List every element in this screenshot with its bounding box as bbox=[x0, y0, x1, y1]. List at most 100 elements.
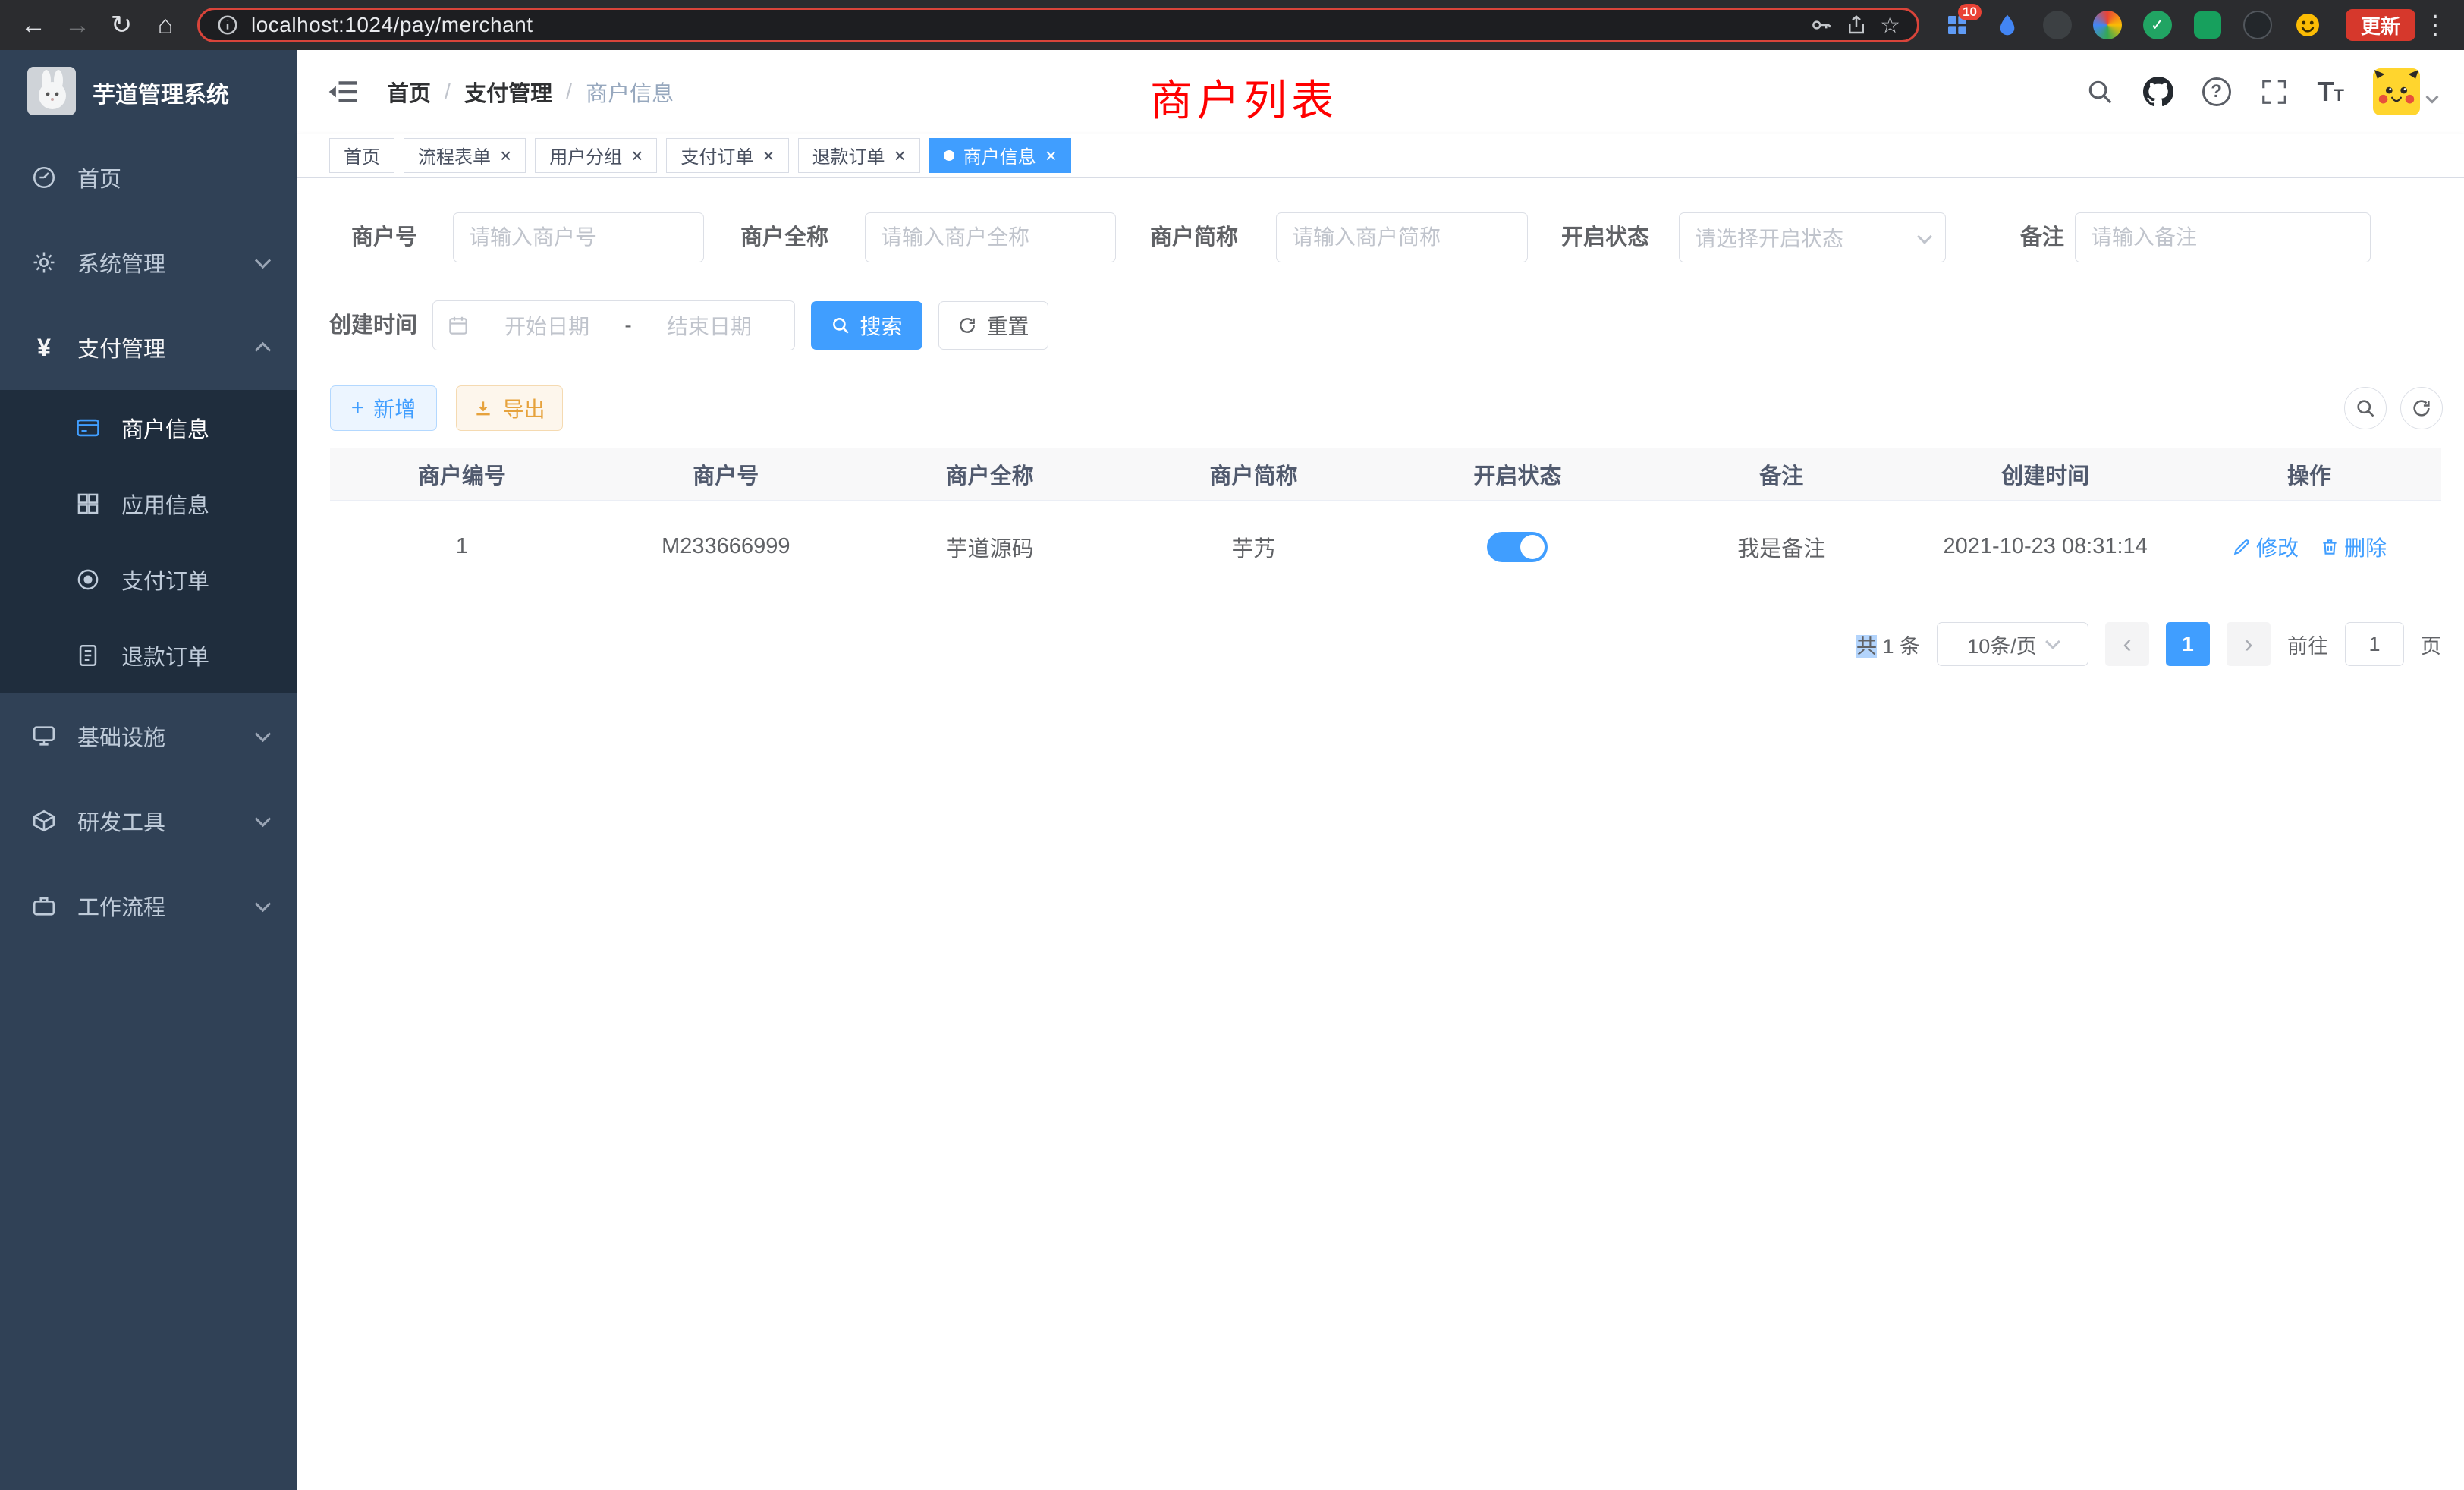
sidebar-item-label: 支付订单 bbox=[121, 564, 209, 596]
add-button[interactable]: + 新增 bbox=[330, 385, 437, 431]
sidebar-item-workflow[interactable]: 工作流程 bbox=[0, 863, 297, 948]
password-key-icon[interactable] bbox=[1810, 14, 1833, 36]
help-icon[interactable]: ? bbox=[2202, 77, 2231, 106]
font-size-icon[interactable]: TT bbox=[2318, 76, 2344, 108]
sidebar-item-label: 退款订单 bbox=[121, 640, 209, 671]
app-logo-row[interactable]: 芋道管理系统 bbox=[0, 50, 297, 135]
tab-user-group[interactable]: 用户分组 × bbox=[535, 138, 657, 173]
delete-link[interactable]: 删除 bbox=[2320, 532, 2387, 562]
sidebar-collapse-icon[interactable] bbox=[326, 75, 360, 108]
sidebar-item-merchant-info[interactable]: 商户信息 bbox=[0, 390, 297, 466]
address-bar[interactable]: localhost:1024/pay/merchant ☆ bbox=[197, 8, 1919, 42]
gear-icon bbox=[30, 250, 58, 275]
trash-icon bbox=[2320, 537, 2340, 557]
cell-merchant-no: M233666999 bbox=[594, 534, 858, 559]
extension-badge: 10 bbox=[1958, 4, 1982, 20]
reload-icon[interactable]: ↻ bbox=[102, 5, 141, 45]
sidebar-item-pay-order[interactable]: 支付订单 bbox=[0, 542, 297, 618]
url-text: localhost:1024/pay/merchant bbox=[251, 13, 533, 37]
chevron-down-icon bbox=[255, 810, 271, 826]
extension-green-check-icon[interactable]: ✓ bbox=[2141, 8, 2174, 42]
status-toggle[interactable] bbox=[1487, 532, 1548, 562]
extension-dark-icon[interactable] bbox=[2041, 8, 2074, 42]
sidebar-item-refund-order[interactable]: 退款订单 bbox=[0, 618, 297, 693]
extension-pinwheel-icon[interactable] bbox=[2241, 8, 2274, 42]
goto-page-input[interactable] bbox=[2345, 622, 2404, 666]
user-avatar[interactable] bbox=[2373, 68, 2437, 115]
search-button[interactable]: 搜索 bbox=[811, 301, 922, 350]
reset-button[interactable]: 重置 bbox=[938, 301, 1048, 350]
fullscreen-icon[interactable] bbox=[2260, 77, 2289, 106]
sidebar-item-system[interactable]: 系统管理 bbox=[0, 220, 297, 305]
cell-status bbox=[1386, 532, 1650, 562]
merchant-no-input[interactable] bbox=[453, 212, 704, 262]
toggle-search-button[interactable] bbox=[2344, 387, 2387, 429]
sidebar-item-home[interactable]: 首页 bbox=[0, 135, 297, 220]
date-separator: - bbox=[624, 313, 631, 338]
close-icon[interactable]: × bbox=[762, 146, 774, 165]
date-range-picker[interactable]: 开始日期 - 结束日期 bbox=[432, 300, 795, 350]
prev-page-button[interactable]: ‹ bbox=[2105, 622, 2149, 666]
close-icon[interactable]: × bbox=[631, 146, 643, 165]
tab-home[interactable]: 首页 bbox=[329, 138, 394, 173]
sidebar-item-label: 系统管理 bbox=[77, 247, 165, 278]
browser-menu-icon[interactable]: ⋮ bbox=[2420, 5, 2450, 45]
extension-drop-icon[interactable] bbox=[1991, 8, 2024, 42]
export-button[interactable]: 导出 bbox=[456, 385, 563, 431]
cell-short-name: 芋艿 bbox=[1122, 531, 1386, 563]
tab-process-form[interactable]: 流程表单 × bbox=[404, 138, 526, 173]
remark-input[interactable] bbox=[2075, 212, 2371, 262]
close-icon[interactable]: × bbox=[894, 146, 906, 165]
col-header: 备注 bbox=[1649, 458, 1913, 490]
close-icon[interactable]: × bbox=[500, 146, 511, 165]
sidebar-item-app-info[interactable]: 应用信息 bbox=[0, 466, 297, 542]
refresh-table-button[interactable] bbox=[2400, 387, 2443, 429]
sidebar-item-label: 工作流程 bbox=[77, 890, 165, 922]
full-name-input[interactable] bbox=[865, 212, 1116, 262]
goto-prefix: 前往 bbox=[2287, 630, 2328, 659]
extension-smiley-icon[interactable] bbox=[2291, 8, 2324, 42]
sidebar: 芋道管理系统 首页 系统管理 ¥ 支付管理 bbox=[0, 50, 297, 1490]
chevron-down-icon bbox=[2045, 634, 2060, 649]
breadcrumb-separator: / bbox=[566, 80, 572, 105]
sidebar-item-payment[interactable]: ¥ 支付管理 bbox=[0, 305, 297, 390]
edit-link[interactable]: 修改 bbox=[2232, 532, 2299, 562]
short-name-input[interactable] bbox=[1276, 212, 1528, 262]
chevron-down-icon bbox=[255, 895, 271, 911]
search-icon bbox=[831, 316, 850, 335]
sidebar-item-dev-tools[interactable]: 研发工具 bbox=[0, 778, 297, 863]
filter-label-full-name: 商户全称 bbox=[722, 212, 828, 262]
page-info-icon[interactable] bbox=[216, 14, 239, 36]
back-icon[interactable]: ← bbox=[14, 5, 53, 45]
forward-icon[interactable]: → bbox=[58, 5, 97, 45]
close-icon[interactable]: × bbox=[1045, 146, 1057, 165]
date-end-input[interactable]: 结束日期 bbox=[638, 310, 781, 341]
page-size-select[interactable]: 10条/页 bbox=[1937, 622, 2088, 666]
breadcrumb-item[interactable]: 支付管理 bbox=[464, 76, 552, 108]
tab-merchant-info[interactable]: 商户信息 × bbox=[929, 138, 1071, 173]
extension-green-square-icon[interactable] bbox=[2191, 8, 2224, 42]
tags-view: 首页 流程表单 × 用户分组 × 支付订单 × 退款订单 × 商户信息 × bbox=[297, 134, 2464, 178]
next-page-button[interactable]: › bbox=[2227, 622, 2271, 666]
page-number-1[interactable]: 1 bbox=[2166, 622, 2210, 666]
pagination-total: 共 1 条 bbox=[1856, 630, 1920, 659]
search-icon[interactable] bbox=[2085, 77, 2114, 106]
breadcrumb-item[interactable]: 首页 bbox=[387, 76, 431, 108]
extension-grid-icon[interactable]: 10 bbox=[1941, 8, 1974, 42]
chrome-update-button[interactable]: 更新 bbox=[2346, 9, 2415, 41]
sidebar-item-infrastructure[interactable]: 基础设施 bbox=[0, 693, 297, 778]
browser-toolbar: ← → ↻ ⌂ localhost:1024/pay/merchant ☆ bbox=[0, 0, 2464, 50]
bookmark-star-icon[interactable]: ☆ bbox=[1880, 12, 1900, 39]
sidebar-item-label: 商户信息 bbox=[121, 412, 209, 444]
date-start-input[interactable]: 开始日期 bbox=[476, 310, 618, 341]
chevron-down-icon bbox=[2426, 91, 2439, 104]
github-icon[interactable] bbox=[2143, 77, 2173, 107]
app-title: 芋道管理系统 bbox=[93, 76, 229, 109]
home-icon[interactable]: ⌂ bbox=[146, 5, 185, 45]
tab-pay-order[interactable]: 支付订单 × bbox=[666, 138, 788, 173]
status-select[interactable]: 请选择开启状态 bbox=[1679, 212, 1946, 262]
share-icon[interactable] bbox=[1845, 14, 1868, 36]
extension-color-wheel-icon[interactable] bbox=[2091, 8, 2124, 42]
yen-icon: ¥ bbox=[30, 335, 58, 360]
tab-refund-order[interactable]: 退款订单 × bbox=[798, 138, 920, 173]
